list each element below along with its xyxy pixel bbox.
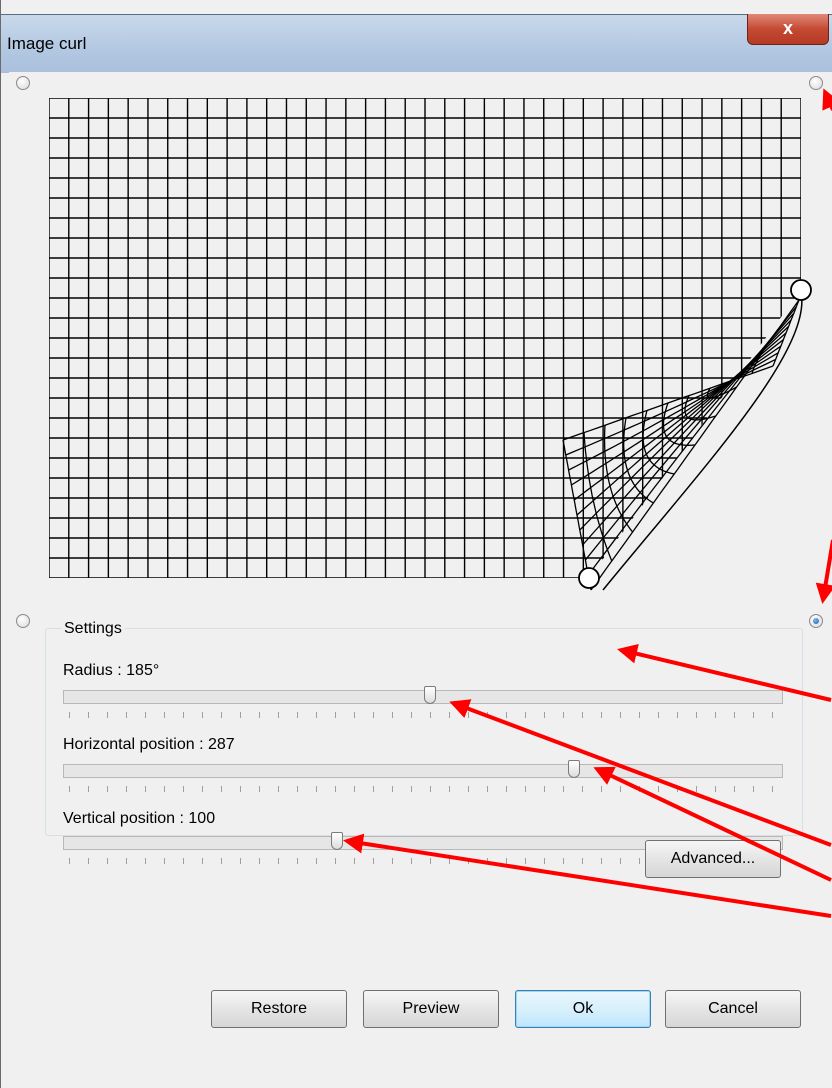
arrow-to-top-right-corner (822, 88, 832, 111)
arrow-to-vertical-slider (343, 833, 832, 918)
arrow-to-horizontal-slider (593, 766, 832, 882)
arrow-to-curl-handle (617, 643, 832, 702)
image-curl-dialog: Image curl x Settings Radius : 185° Hori… (0, 0, 832, 1088)
annotation-arrows (343, 88, 832, 918)
arrow-to-radius-slider (449, 699, 832, 847)
arrow-to-bottom-right-corner (815, 539, 832, 604)
